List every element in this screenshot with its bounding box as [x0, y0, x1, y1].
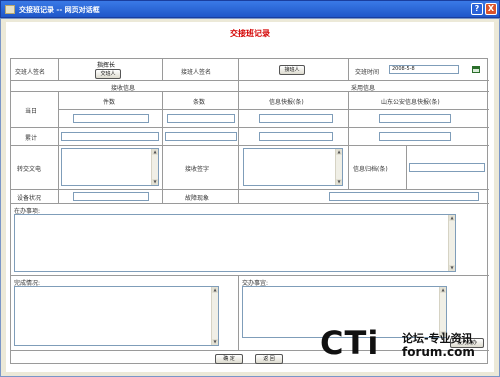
pending-scrollbar[interactable]: ▲ ▼ [448, 215, 455, 271]
pieces-header: 件数 [103, 99, 116, 106]
equipment-input[interactable] [73, 192, 149, 201]
receive-section-header: 接收信息 [11, 81, 239, 92]
adopt-section-label: 采用信息 [351, 85, 376, 92]
giver-sign-cell: 指挥长 交班人 [59, 59, 163, 81]
handover-time-input[interactable]: 2008-5-8 [389, 65, 459, 74]
dispatch-textarea[interactable]: ▲ ▼ [61, 148, 159, 186]
form-paper: 交接班记录 交班人签名 指挥长 交班人 接班人签名 接班人 交班时间 2008-… [6, 22, 494, 372]
today-pieces-input[interactable] [73, 114, 149, 123]
today-info-report-cell [239, 110, 349, 128]
info-report-header-cell: 信息快报(条) [239, 92, 349, 110]
giver-sign-button[interactable]: 交班人 [95, 69, 121, 79]
calendar-icon[interactable] [472, 66, 480, 73]
receive-section-label: 接收信息 [111, 85, 136, 92]
total-label-cell: 累计 [11, 128, 59, 146]
watermark-logo: CTi [320, 324, 380, 362]
fault-label-cell: 故障现象 [163, 190, 239, 204]
form-title: 交接班记录 [230, 29, 270, 38]
completed-scrollbar[interactable]: ▲ ▼ [211, 287, 218, 345]
equipment-label-cell: 设备状况 [11, 190, 59, 204]
record-grid: 交班人签名 指挥长 交班人 接班人签名 接班人 交班时间 2008-5-8 接收… [10, 58, 489, 364]
today-items-cell [163, 110, 239, 128]
pending-cell: 在办事项: ▲ ▼ [11, 204, 489, 276]
items-header: 条数 [193, 99, 206, 106]
completed-cell: 完成情况: ▲ ▼ [11, 276, 239, 351]
today-pieces-cell [59, 110, 163, 128]
archive-label-cell: 信息归档(条) [349, 146, 407, 190]
ok-button[interactable]: 确 定 [215, 354, 243, 364]
receipt-textarea[interactable]: ▲ ▼ [243, 148, 343, 186]
window-icon [5, 5, 15, 14]
total-label: 累计 [25, 135, 38, 142]
receiver-sign-cell: 接班人 [239, 59, 349, 81]
giver-role: 指挥长 [97, 62, 116, 69]
adopt-section-header: 采用信息 [239, 81, 489, 92]
receipt-label: 接收签字 [185, 166, 210, 173]
info-report-header: 信息快报(条) [269, 99, 304, 106]
receiver-sign-button[interactable]: 接班人 [279, 65, 305, 75]
total-info-report-cell [239, 128, 349, 146]
receipt-label-cell: 接收签字 [163, 146, 239, 190]
archive-label: 信息归档(条) [353, 166, 388, 173]
total-items-cell [163, 128, 239, 146]
pending-textarea[interactable]: ▲ ▼ [14, 214, 456, 272]
equipment-cell [59, 190, 163, 204]
receiver-label: 接班人签名 [181, 69, 212, 76]
provincial-report-header-cell: 山东公安信息快报(条) [349, 92, 489, 110]
window-title: 交接班记录 -- 网页对话框 [19, 6, 100, 14]
handover-time-label: 交班时间 [355, 69, 380, 76]
equipment-label: 设备状况 [17, 195, 42, 202]
receipt-scrollbar[interactable]: ▲ ▼ [335, 149, 342, 185]
watermark-site: forum.com [402, 345, 475, 359]
giver-label-cell: 交班人签名 [11, 59, 59, 81]
provincial-report-header: 山东公安信息快报(条) [381, 99, 440, 106]
receipt-cell: ▲ ▼ [239, 146, 349, 190]
dispatch-label-cell: 转交文电 [11, 146, 59, 190]
today-label-cell: 当日 [11, 92, 59, 128]
back-button[interactable]: 返 回 [255, 354, 283, 364]
receiver-label-cell: 接班人签名 [163, 59, 239, 81]
today-provincial-input[interactable] [379, 114, 451, 123]
site-watermark: CTi 论坛-专业资讯 forum.com [320, 325, 492, 365]
total-pieces-cell [59, 128, 163, 146]
help-button[interactable]: ? [471, 3, 483, 15]
today-label: 当日 [25, 108, 38, 115]
watermark-tagline: 论坛-专业资讯 [402, 332, 473, 345]
dispatch-label: 转交文电 [17, 166, 42, 173]
total-pieces-input[interactable] [61, 132, 159, 141]
total-info-report-input[interactable] [259, 132, 333, 141]
total-provincial-input[interactable] [379, 132, 451, 141]
archive-input[interactable] [409, 163, 485, 172]
dispatch-cell: ▲ ▼ [59, 146, 163, 190]
handover-time-cell: 交班时间 2008-5-8 [349, 59, 489, 81]
close-button[interactable]: X [485, 3, 497, 15]
today-info-report-input[interactable] [259, 114, 333, 123]
today-provincial-cell [349, 110, 489, 128]
today-items-input[interactable] [167, 114, 235, 123]
fault-cell [239, 190, 489, 204]
completed-textarea[interactable]: ▲ ▼ [14, 286, 219, 346]
dialog-titlebar: 交接班记录 -- 网页对话框 ? X [0, 0, 500, 18]
total-items-input[interactable] [165, 132, 237, 141]
fault-input[interactable] [329, 192, 479, 201]
giver-label: 交班人签名 [15, 69, 46, 76]
items-header-cell: 条数 [163, 92, 239, 110]
dispatch-scrollbar[interactable]: ▲ ▼ [151, 149, 158, 185]
total-provincial-cell [349, 128, 489, 146]
archive-cell [407, 146, 489, 190]
pieces-header-cell: 件数 [59, 92, 163, 110]
fault-label: 故障现象 [185, 195, 210, 202]
